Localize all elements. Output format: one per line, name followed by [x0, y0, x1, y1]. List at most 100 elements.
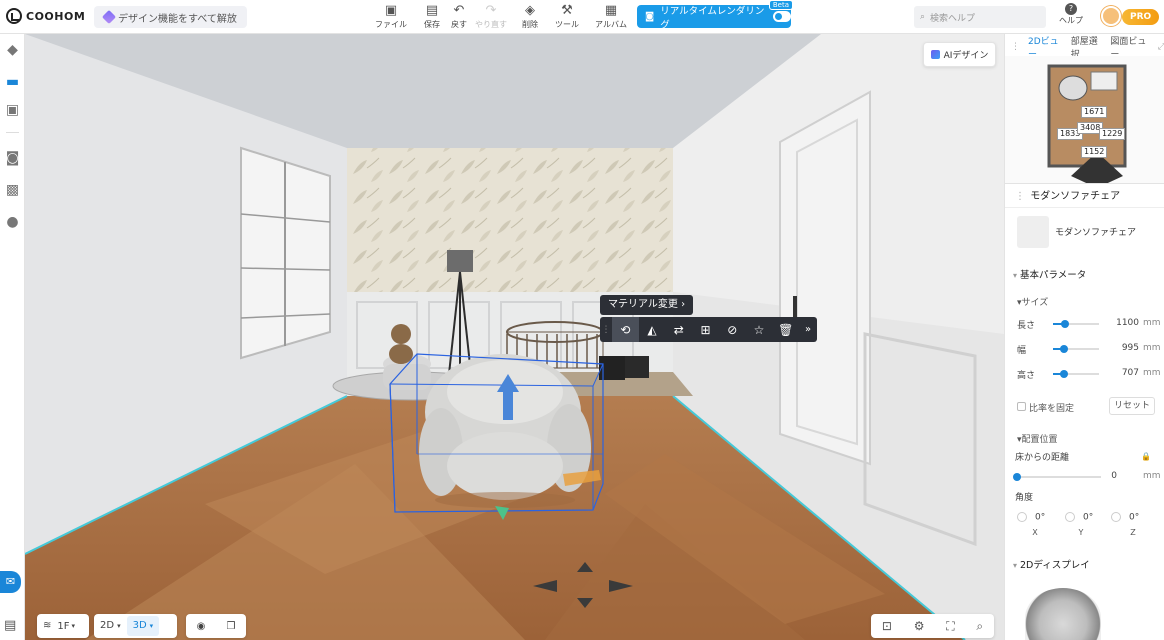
angle-z-input[interactable]: 0°: [1111, 512, 1151, 523]
properties-title-text: モダンソファチェア: [1030, 191, 1121, 202]
expand-icon[interactable]: ⤢: [1158, 42, 1164, 52]
3d-viewport[interactable]: [25, 34, 1004, 640]
minimap-tabs: ⋮ 2Dビュー 部屋選択 図面ビュー ⤢: [1005, 37, 1164, 60]
top-toolbar: COOHOM デザイン機能をすべて解放 ▣ ファイル ▤ 保存 ↶ 戻す ↷ や…: [0, 0, 1164, 34]
angle-y-input[interactable]: 0°: [1065, 512, 1105, 523]
furniture-sofa-icon[interactable]: ▬: [4, 74, 21, 91]
copy-icon[interactable]: ⊞: [692, 317, 719, 342]
section-2d-display[interactable]: ▾ 2Dディスプレイ: [1013, 557, 1090, 571]
delete-button[interactable]: ◈ 削除: [513, 3, 547, 31]
coohom-logo[interactable]: COOHOM: [6, 8, 85, 24]
swap-icon[interactable]: ⇄: [665, 317, 692, 342]
trash-icon[interactable]: 🗑: [772, 317, 799, 342]
help-button[interactable]: ? ヘルプ: [1058, 3, 1084, 31]
section-2d-label: 2Dディスプレイ: [1020, 560, 1090, 571]
mirror-icon[interactable]: ◭: [639, 317, 666, 342]
undo-label: 戻す: [451, 20, 467, 29]
file-menu-button[interactable]: ▣ ファイル: [374, 3, 408, 31]
dial-icon: [1111, 512, 1121, 522]
floor-distance-unit: mm: [1143, 471, 1161, 481]
chevron-down-icon: ▾: [71, 622, 76, 630]
render-toggle[interactable]: [772, 11, 791, 22]
undo-icon: ↶: [453, 3, 465, 18]
redo-icon: ↷: [485, 3, 497, 18]
unlock-features-button[interactable]: デザイン機能をすべて解放: [94, 6, 247, 28]
2d-preview-image: [1025, 588, 1101, 640]
camera-icon[interactable]: ◙: [4, 150, 21, 167]
package-icon[interactable]: ▩: [4, 182, 21, 199]
camera-nav-arrows[interactable]: [529, 556, 649, 616]
room-scene: [25, 34, 1004, 640]
section-size-label: サイズ: [1021, 298, 1049, 308]
cube-view-icon[interactable]: ❒: [226, 621, 235, 632]
display-tools: ◉ ❒: [186, 614, 246, 638]
more-icon[interactable]: »: [799, 317, 817, 342]
material-change-tooltip[interactable]: マテリアル変更 ›: [600, 295, 694, 315]
fit-view-icon[interactable]: ⛶: [946, 619, 954, 634]
angle-x-input[interactable]: 0°: [1017, 512, 1057, 523]
pro-badge[interactable]: PRO: [1122, 9, 1160, 25]
dimension-label: 1152: [1081, 146, 1108, 158]
section-size[interactable]: ▾サイズ: [1017, 295, 1048, 308]
ai-design-button[interactable]: AIデザイン: [923, 42, 996, 67]
floor-distance-input[interactable]: 0: [1081, 471, 1117, 481]
length-input[interactable]: 1100: [1103, 318, 1139, 328]
screenshot-icon[interactable]: ⊡: [882, 619, 892, 633]
section-position[interactable]: ▾配置位置: [1017, 432, 1058, 445]
view-2d-button[interactable]: 2D ▾: [94, 616, 127, 636]
realtime-render-button[interactable]: ◙ リアルタイムレンダリング Beta: [637, 0, 793, 31]
chat-icon[interactable]: ✉: [0, 571, 21, 593]
help-search-input[interactable]: ⌕ 検索ヘルプ: [914, 6, 1046, 28]
save-label: 保存: [424, 20, 440, 29]
album-button[interactable]: ▦ アルバム: [594, 3, 628, 31]
view-settings-icon[interactable]: ⚙: [914, 619, 925, 633]
layout-icon[interactable]: ▤: [4, 618, 16, 633]
angle-label: 角度: [1015, 493, 1034, 503]
selection-action-bar: ⋮ ⟲ ◭ ⇄ ⊞ ⊘ ☆ 🗑 »: [600, 317, 817, 342]
viewport-tools: ⊡ ⚙ ⛶ ⌕: [871, 614, 994, 638]
floor-label: 1F: [57, 620, 70, 632]
lock-icon[interactable]: 🔒: [1141, 452, 1151, 461]
template-icon[interactable]: ▣: [4, 102, 21, 119]
redo-button[interactable]: ↷ やり直す: [474, 3, 508, 31]
floor-distance-label[interactable]: 床からの距離: [1015, 450, 1069, 463]
chevron-down-icon: ▾: [1013, 271, 1018, 280]
minimap[interactable]: 1671 1833 3408 1229 1152: [1005, 56, 1164, 184]
reset-button[interactable]: リセット: [1109, 397, 1155, 415]
sidebar-divider: [6, 132, 19, 133]
tools-menu-button[interactable]: ⚒ ツール: [550, 3, 584, 31]
undo-button[interactable]: ↶ 戻す: [442, 3, 476, 31]
width-slider[interactable]: [1053, 345, 1099, 353]
rotate-icon[interactable]: ⟲: [611, 317, 639, 342]
floorplan-cube-icon[interactable]: ◆: [4, 42, 21, 59]
length-unit: mm: [1143, 318, 1161, 328]
length-slider[interactable]: [1053, 320, 1099, 328]
drag-handle-icon[interactable]: ⋮: [1011, 42, 1020, 52]
zoom-icon[interactable]: ⌕: [976, 619, 983, 634]
hide-icon[interactable]: ⊘: [719, 317, 746, 342]
height-input[interactable]: 707: [1103, 368, 1139, 378]
eye-icon[interactable]: ◉: [197, 621, 206, 632]
keep-ratio-label: 比率を固定: [1029, 404, 1075, 414]
chevron-down-icon: ▾: [1013, 561, 1018, 570]
bulb-icon[interactable]: ●: [4, 214, 21, 231]
user-avatar[interactable]: [1101, 6, 1121, 26]
axis-y-label: Y: [1078, 528, 1084, 537]
keep-ratio-checkbox[interactable]: [1017, 402, 1026, 411]
drag-handle-icon[interactable]: ⋮: [1015, 191, 1025, 202]
item-thumbnail[interactable]: [1017, 216, 1049, 248]
nav-down-icon: [577, 598, 593, 608]
width-input[interactable]: 995: [1103, 343, 1139, 353]
height-slider[interactable]: [1053, 370, 1099, 378]
floor-selector[interactable]: ≋ 1F ▾: [37, 614, 89, 638]
star-icon[interactable]: ☆: [746, 317, 773, 342]
logo-text: COOHOM: [26, 9, 86, 23]
view-mode-switch: 2D ▾ 3D ▾: [94, 614, 177, 638]
section-basic-params[interactable]: ▾ 基本パラメータ: [1013, 267, 1086, 281]
render-label: リアルタイムレンダリング: [660, 5, 765, 31]
ai-icon: [930, 50, 940, 59]
drag-handle-icon[interactable]: ⋮: [600, 325, 612, 335]
section-basic-label: 基本パラメータ: [1020, 270, 1087, 281]
view-3d-button[interactable]: 3D ▾: [126, 616, 160, 636]
width-unit: mm: [1143, 343, 1161, 353]
